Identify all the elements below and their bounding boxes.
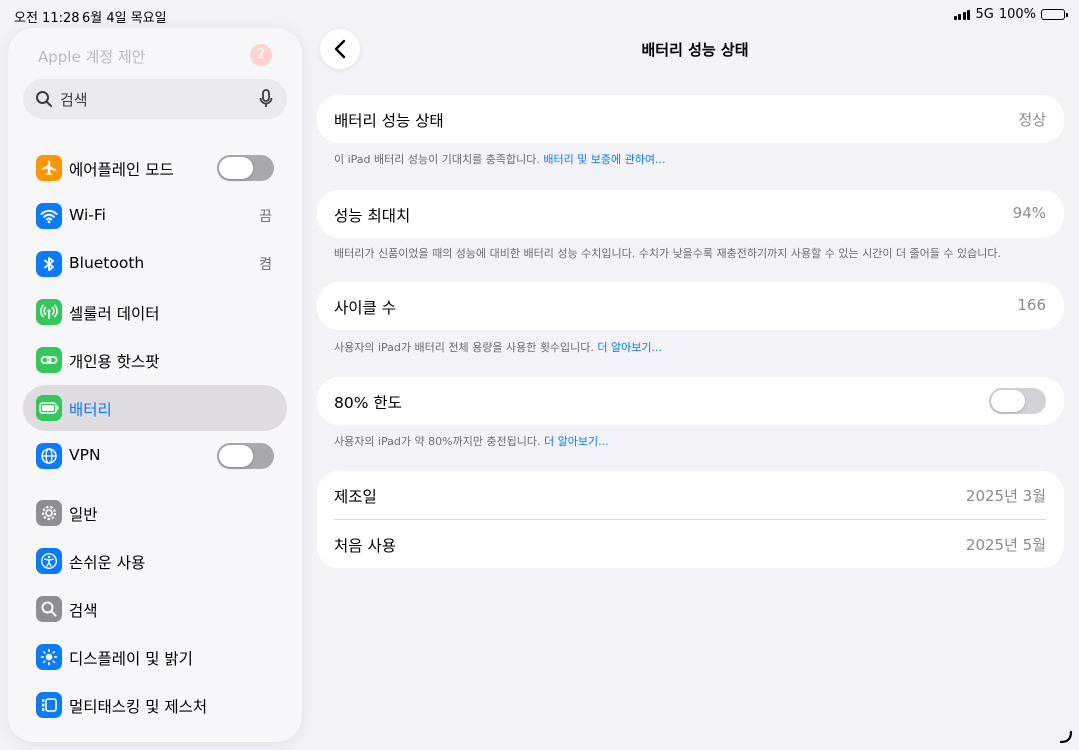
status-date: 6월 4일 목요일 xyxy=(82,11,167,26)
first-use-value: 2025년 5월 xyxy=(965,536,1046,554)
battery-status-icon xyxy=(1041,9,1068,20)
sidebar-item-general[interactable]: 일반 xyxy=(23,490,287,536)
battery-icon xyxy=(36,395,62,421)
cycle-count-label: 사이클 수 xyxy=(334,299,396,317)
max-capacity-label: 성능 최대치 xyxy=(334,207,411,225)
network-label: 5G xyxy=(975,7,994,22)
status-time: 오전 11:28 xyxy=(14,11,80,26)
sidebar-item-label: VPN xyxy=(69,446,101,464)
globe-icon xyxy=(36,443,62,469)
sidebar-item-label: 일반 xyxy=(69,506,98,524)
sidebar-item-vpn[interactable]: VPN xyxy=(23,433,287,479)
sidebar-item-search[interactable]: 검색 xyxy=(23,586,287,632)
wifi-status: 끔 xyxy=(259,209,272,225)
cycle-count-card: 사이클 수 166 xyxy=(317,282,1064,330)
link-icon xyxy=(36,347,62,373)
sidebar-item-label: Bluetooth xyxy=(69,254,145,272)
sidebar-item-label: 셀룰러 데이터 xyxy=(69,305,160,323)
sidebar-item-label: 디스플레이 및 밝기 xyxy=(69,650,193,668)
cycle-count-note: 사용자의 iPad가 배터리 전체 용량을 사용한 횟수입니다. 더 알아보기.… xyxy=(334,339,662,355)
sidebar-item-battery[interactable]: 배터리 xyxy=(23,385,287,431)
sidebar-item-multitasking[interactable]: 멀티태스킹 및 제스처 xyxy=(23,682,287,728)
battery-health-note: 이 iPad 배터리 성능이 기대치를 충족합니다. 배터리 및 보증에 관하여… xyxy=(334,151,666,167)
battery-dates-card: 제조일 2025년 3월 처음 사용 2025년 5월 xyxy=(317,471,1064,568)
sun-icon xyxy=(36,644,62,670)
battery-health-card: 배터리 성능 상태 정상 xyxy=(317,95,1064,143)
sidebar-item-bluetooth[interactable]: Bluetooth 켬 xyxy=(23,241,287,287)
status-bar: 오전 11:28 6월 4일 목요일 5G 100% xyxy=(0,0,1079,28)
max-capacity-value: 94% xyxy=(1012,204,1046,222)
airplane-mode-toggle[interactable] xyxy=(217,155,274,181)
sidebar-item-label: Wi-Fi xyxy=(69,206,106,224)
sidebar-item-display[interactable]: 디스플레이 및 밝기 xyxy=(23,634,287,680)
settings-sidebar: Apple 계정 제안 2 검색 에어플레인 모드 Wi-Fi 끔 Blueto… xyxy=(8,28,302,742)
accessibility-icon xyxy=(36,548,62,574)
search-input[interactable]: 검색 xyxy=(60,89,88,110)
back-button[interactable] xyxy=(320,29,360,69)
charge-limit-note-text: 사용자의 iPad가 약 80%까지만 충전됩니다. xyxy=(334,435,545,448)
sidebar-item-hotspot[interactable]: 개인용 핫스팟 xyxy=(23,337,287,383)
vpn-toggle[interactable] xyxy=(217,443,274,469)
learn-more-link[interactable]: 더 알아보기... xyxy=(597,341,662,354)
wifi-icon xyxy=(36,203,62,229)
battery-health-label: 배터리 성능 상태 xyxy=(334,112,444,130)
microphone-icon[interactable] xyxy=(259,89,273,109)
page-title: 배터리 성능 상태 xyxy=(641,41,749,59)
chevron-left-icon xyxy=(334,39,346,59)
sidebar-item-accessibility[interactable]: 손쉬운 사용 xyxy=(23,538,287,584)
charge-limit-note: 사용자의 iPad가 약 80%까지만 충전됩니다. 더 알아보기... xyxy=(334,433,609,449)
gear-icon xyxy=(36,500,62,526)
battery-health-note-text: 이 iPad 배터리 성능이 기대치를 충족합니다. xyxy=(334,153,544,166)
sidebar-item-label: 배터리 xyxy=(69,401,112,419)
max-capacity-card: 성능 최대치 94% xyxy=(317,190,1064,238)
apple-account-suggestion[interactable]: Apple 계정 제안 xyxy=(38,46,145,67)
sidebar-item-label: 손쉬운 사용 xyxy=(69,554,146,572)
charge-limit-label: 80% 한도 xyxy=(334,394,402,412)
bluetooth-icon xyxy=(36,251,62,277)
signal-icon xyxy=(953,9,971,20)
max-capacity-note: 배터리가 신품이었을 때의 성능에 대비한 배터리 성능 수치입니다. 수치가 … xyxy=(334,247,1002,260)
sidebar-item-airplane-mode[interactable]: 에어플레인 모드 xyxy=(23,145,287,191)
cycle-count-value: 166 xyxy=(1017,296,1046,314)
sidebar-item-wifi[interactable]: Wi-Fi 끔 xyxy=(23,193,287,239)
sidebar-item-label: 에어플레인 모드 xyxy=(69,161,174,179)
sidebar-item-label: 개인용 핫스팟 xyxy=(69,353,160,371)
cycle-count-note-text: 사용자의 iPad가 배터리 전체 용량을 사용한 횟수입니다. xyxy=(334,341,598,354)
resize-corner-icon[interactable] xyxy=(1059,730,1073,744)
bluetooth-status: 켬 xyxy=(259,257,272,273)
multitask-icon xyxy=(36,692,62,718)
search-icon xyxy=(36,596,62,622)
first-use-label: 처음 사용 xyxy=(334,537,396,555)
antenna-icon xyxy=(36,299,62,325)
charge-limit-card: 80% 한도 xyxy=(317,377,1064,425)
search-icon xyxy=(36,91,52,107)
battery-health-value: 정상 xyxy=(1018,111,1046,129)
airplane-icon xyxy=(36,155,62,181)
manufacture-date-value: 2025년 3월 xyxy=(965,487,1046,505)
learn-more-link[interactable]: 더 알아보기... xyxy=(544,435,609,448)
apple-account-badge: 2 xyxy=(250,44,272,66)
sidebar-item-label: 검색 xyxy=(69,602,98,620)
sidebar-item-label: 멀티태스킹 및 제스처 xyxy=(69,698,208,716)
warranty-link[interactable]: 배터리 및 보증에 관하여... xyxy=(543,153,665,166)
sidebar-item-cellular[interactable]: 셀룰러 데이터 xyxy=(23,289,287,335)
divider xyxy=(334,519,1046,520)
battery-percent: 100% xyxy=(998,7,1036,22)
sidebar-search[interactable]: 검색 xyxy=(23,79,287,119)
charge-limit-toggle[interactable] xyxy=(989,388,1046,414)
manufacture-date-label: 제조일 xyxy=(334,488,377,506)
status-right: 5G 100% xyxy=(953,7,1068,22)
